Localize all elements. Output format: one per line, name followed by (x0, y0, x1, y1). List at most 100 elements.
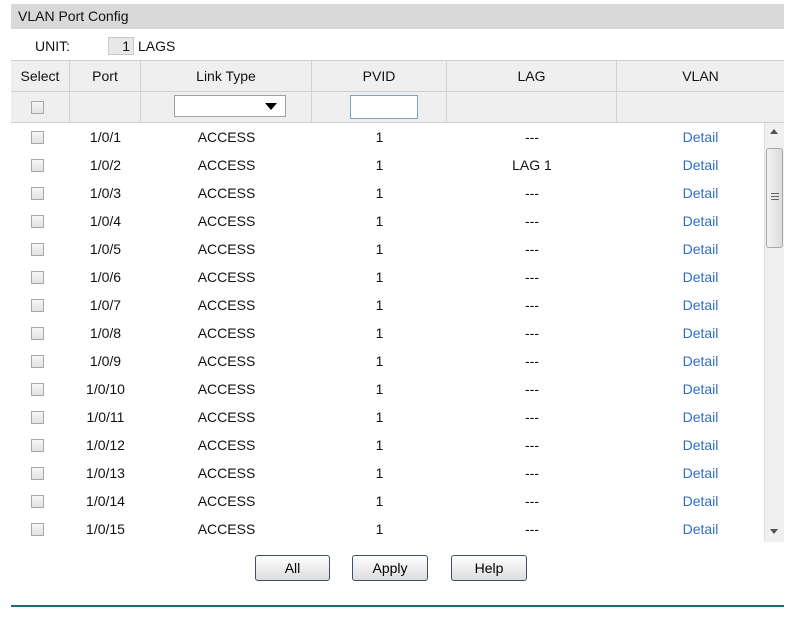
grip-line (771, 196, 779, 197)
link-type-cell: ACCESS (197, 409, 256, 425)
lag-cell: --- (525, 325, 539, 341)
link-type-cell: ACCESS (197, 493, 256, 509)
table-row: 1/0/3 ACCESS 1 --- Detail (11, 179, 764, 207)
pvid-cell: 1 (375, 325, 384, 341)
vlan-detail-link[interactable]: Detail (617, 179, 764, 207)
pvid-cell: 1 (375, 353, 384, 369)
port-cell: 1/0/7 (89, 297, 122, 313)
filter-select-cell (11, 92, 70, 122)
divider (11, 605, 784, 607)
lag-cell: --- (525, 185, 539, 201)
table-header: Select Port Link Type PVID LAG VLAN (11, 60, 784, 92)
port-cell: 1/0/10 (86, 381, 125, 397)
filter-port-cell (70, 92, 141, 122)
apply-button[interactable]: Apply (352, 555, 428, 581)
row-select-checkbox[interactable] (31, 411, 44, 424)
vlan-detail-link[interactable]: Detail (617, 431, 764, 459)
column-header-link-type: Link Type (141, 61, 312, 91)
all-button[interactable]: All (255, 555, 330, 581)
row-select-checkbox[interactable] (31, 523, 44, 536)
link-type-cell: ACCESS (197, 437, 256, 453)
unit-label: UNIT: (35, 38, 70, 54)
port-cell: 1/0/2 (89, 157, 122, 173)
panel-title: VLAN Port Config (11, 4, 784, 29)
table-row: 1/0/5 ACCESS 1 --- Detail (11, 235, 764, 263)
table-row: 1/0/15 ACCESS 1 --- Detail (11, 515, 764, 542)
arrow-down-icon[interactable] (770, 529, 778, 534)
vlan-detail-link[interactable]: Detail (617, 459, 764, 487)
pvid-cell: 1 (375, 241, 384, 257)
table-row: 1/0/10 ACCESS 1 --- Detail (11, 375, 764, 403)
link-type-cell: ACCESS (197, 129, 256, 145)
scrollbar-thumb[interactable] (766, 148, 783, 248)
pvid-cell: 1 (375, 297, 384, 313)
table-body: 1/0/1 ACCESS 1 --- Detail 1/0/2 ACCESS 1 LAG 1 De… (11, 123, 764, 542)
row-select-checkbox[interactable] (31, 467, 44, 480)
link-type-cell: ACCESS (197, 325, 256, 341)
column-header-port: Port (70, 61, 141, 91)
port-cell: 1/0/15 (86, 521, 125, 537)
help-button[interactable]: Help (451, 555, 527, 581)
arrow-up-icon[interactable] (770, 129, 778, 134)
row-select-checkbox[interactable] (31, 355, 44, 368)
row-select-checkbox[interactable] (31, 215, 44, 228)
filter-vlan-cell (617, 92, 784, 122)
vlan-detail-link[interactable]: Detail (617, 515, 764, 542)
link-type-cell: ACCESS (197, 213, 256, 229)
vlan-detail-link[interactable]: Detail (617, 375, 764, 403)
table-row: 1/0/7 ACCESS 1 --- Detail (11, 291, 764, 319)
row-select-checkbox[interactable] (31, 439, 44, 452)
table-row: 1/0/4 ACCESS 1 --- Detail (11, 207, 764, 235)
lag-cell: --- (525, 241, 539, 257)
link-type-cell: ACCESS (197, 297, 256, 313)
vlan-detail-link[interactable]: Detail (617, 151, 764, 179)
port-cell: 1/0/5 (89, 241, 122, 257)
vlan-detail-link[interactable]: Detail (617, 235, 764, 263)
unit-row: UNIT: 1 LAGS (11, 32, 784, 60)
link-type-cell: ACCESS (197, 521, 256, 537)
row-select-checkbox[interactable] (31, 495, 44, 508)
row-select-checkbox[interactable] (31, 159, 44, 172)
vlan-detail-link[interactable]: Detail (617, 123, 764, 151)
filter-lag-cell (447, 92, 617, 122)
select-all-checkbox[interactable] (31, 101, 44, 114)
pvid-cell: 1 (375, 157, 384, 173)
vlan-detail-link[interactable]: Detail (617, 291, 764, 319)
lag-cell: --- (525, 213, 539, 229)
row-select-checkbox[interactable] (31, 243, 44, 256)
column-header-lag: LAG (447, 61, 617, 91)
chevron-down-icon (265, 103, 277, 110)
row-select-checkbox[interactable] (31, 131, 44, 144)
vlan-detail-link[interactable]: Detail (617, 403, 764, 431)
vlan-detail-link[interactable]: Detail (617, 487, 764, 515)
vlan-detail-link[interactable]: Detail (617, 319, 764, 347)
row-select-checkbox[interactable] (31, 299, 44, 312)
port-cell: 1/0/6 (89, 269, 122, 285)
row-select-checkbox[interactable] (31, 327, 44, 340)
vlan-detail-link[interactable]: Detail (617, 263, 764, 291)
table-row: 1/0/12 ACCESS 1 --- Detail (11, 431, 764, 459)
vlan-detail-link[interactable]: Detail (617, 347, 764, 375)
vertical-scrollbar[interactable] (764, 123, 784, 542)
port-cell: 1/0/12 (86, 437, 125, 453)
pvid-cell: 1 (375, 437, 384, 453)
link-type-select[interactable] (174, 95, 286, 117)
link-type-cell: ACCESS (197, 381, 256, 397)
vlan-detail-link[interactable]: Detail (617, 207, 764, 235)
lag-cell: --- (525, 437, 539, 453)
row-select-checkbox[interactable] (31, 383, 44, 396)
table-row: 1/0/11 ACCESS 1 --- Detail (11, 403, 764, 431)
table-row: 1/0/6 ACCESS 1 --- Detail (11, 263, 764, 291)
filter-row (11, 92, 784, 123)
pvid-cell: 1 (375, 381, 384, 397)
row-select-checkbox[interactable] (31, 271, 44, 284)
lag-cell: --- (525, 381, 539, 397)
row-select-checkbox[interactable] (31, 187, 44, 200)
unit-selector[interactable]: 1 (108, 37, 134, 55)
pvid-input[interactable] (350, 95, 418, 119)
port-cell: 1/0/14 (86, 493, 125, 509)
lag-cell: --- (525, 269, 539, 285)
table-row: 1/0/14 ACCESS 1 --- Detail (11, 487, 764, 515)
table-row: 1/0/1 ACCESS 1 --- Detail (11, 123, 764, 151)
link-type-cell: ACCESS (197, 353, 256, 369)
